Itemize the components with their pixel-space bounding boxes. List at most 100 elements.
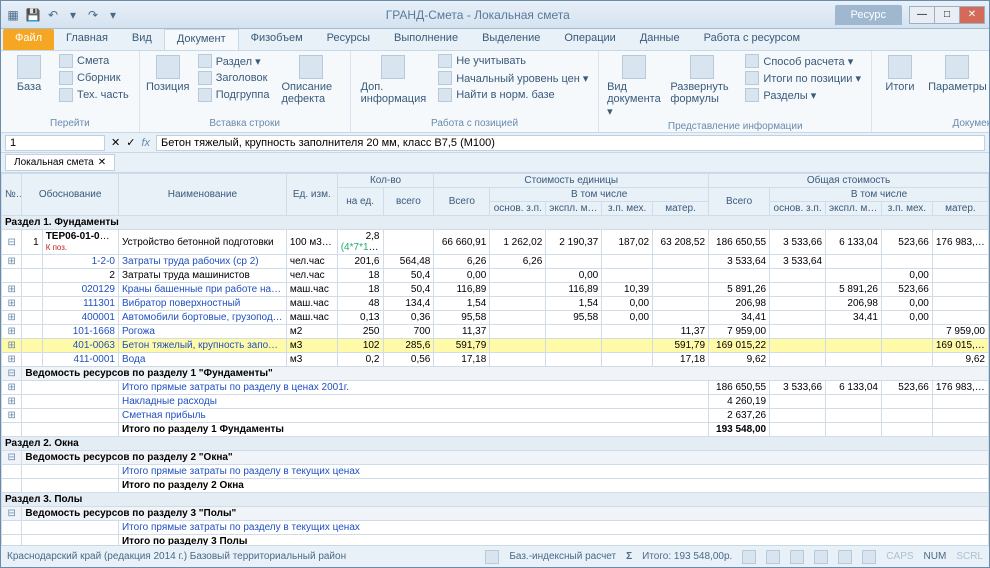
- tab-view[interactable]: Вид: [120, 29, 164, 50]
- col-obosn[interactable]: Обоснование: [22, 174, 119, 216]
- table-row[interactable]: ⊞401-0063Бетон тяжелый, крупность заполн…: [2, 339, 989, 353]
- status-total: Итого: 193 548,00р.: [642, 551, 732, 562]
- table-row[interactable]: ⊞400001Автомобили бортовые, грузоподъема…: [2, 311, 989, 325]
- tab-document[interactable]: Документ: [164, 29, 239, 50]
- tab-resource-work[interactable]: Работа с ресурсом: [692, 29, 812, 50]
- table-row[interactable]: 2Затраты труда машинистовчел.час1850,40,…: [2, 269, 989, 283]
- tab-data[interactable]: Данные: [628, 29, 692, 50]
- close-button[interactable]: ✕: [959, 6, 985, 24]
- exclude-button[interactable]: Не учитывать: [434, 53, 592, 69]
- col-pp[interactable]: № п.п: [2, 174, 22, 216]
- table-row[interactable]: ⊞1-2-0Затраты труда рабочих (ср 2)чел.ча…: [2, 255, 989, 269]
- sb-icon[interactable]: [766, 550, 780, 564]
- tech-part-button[interactable]: Тех. часть: [55, 87, 133, 103]
- ribbon-group-insert-line: Позиция Раздел ▾ Заголовок Подгруппа Опи…: [140, 51, 351, 132]
- accept-icon[interactable]: ✓: [126, 136, 135, 149]
- position-totals-button[interactable]: Итоги по позиции ▾: [741, 70, 865, 86]
- sb-icon[interactable]: [862, 550, 876, 564]
- table-row[interactable]: Итого по разделу 3 Полы: [2, 535, 989, 546]
- close-tab-icon[interactable]: ✕: [98, 157, 106, 168]
- table-row[interactable]: ⊟1ТЕР06-01-001-01К поз.Устройство бетонн…: [2, 230, 989, 255]
- subgroup-button[interactable]: Подгруппа: [194, 87, 274, 103]
- tab-selection[interactable]: Выделение: [470, 29, 552, 50]
- dropdown-icon[interactable]: ▾: [65, 7, 81, 23]
- table-row[interactable]: ⊞Итого прямые затраты по разделу в ценах…: [2, 381, 989, 395]
- ribbon-group-goto: База Смета Сборник Тех. часть Перейти: [1, 51, 140, 132]
- table-row[interactable]: Итого по разделу 2 Окна: [2, 479, 989, 493]
- calc-mode-icon[interactable]: [485, 550, 499, 564]
- redo-icon[interactable]: ↷: [85, 7, 101, 23]
- sb-icon[interactable]: [742, 550, 756, 564]
- section-button[interactable]: Раздел ▾: [194, 53, 274, 69]
- status-region: Краснодарский край (редакция 2014 г.) Ба…: [7, 551, 346, 562]
- table-row[interactable]: ⊞Накладные расходы4 260,19: [2, 395, 989, 409]
- tab-execution[interactable]: Выполнение: [382, 29, 470, 50]
- table-row[interactable]: ⊞411-0001Водам30,20,5617,1817,189,629,62: [2, 353, 989, 367]
- tab-operations[interactable]: Операции: [552, 29, 627, 50]
- col-kolvo[interactable]: Кол-во: [337, 174, 434, 188]
- doc-tab-local-estimate[interactable]: Локальная смета✕: [5, 154, 115, 171]
- table-row[interactable]: ⊟Ведомость ресурсов по разделу 2 "Окна": [2, 451, 989, 465]
- position-button[interactable]: Позиция: [146, 53, 190, 117]
- extra-info-button[interactable]: Доп. информация: [357, 53, 431, 117]
- status-calc-mode: Баз.-индексный расчет: [509, 551, 616, 562]
- sbornik-button[interactable]: Сборник: [55, 70, 133, 86]
- cell-reference-input[interactable]: 1: [5, 135, 105, 151]
- table-row[interactable]: Раздел 3. Полы: [2, 493, 989, 507]
- heading-button[interactable]: Заголовок: [194, 70, 274, 86]
- table-row[interactable]: ⊞101-1668Рогожам225070011,3711,377 959,0…: [2, 325, 989, 339]
- table-row[interactable]: ⊞020129Краны башенные при работе на друм…: [2, 283, 989, 297]
- minimize-button[interactable]: —: [909, 6, 935, 24]
- undo-icon[interactable]: ↶: [45, 7, 61, 23]
- formula-input[interactable]: Бетон тяжелый, крупность заполнителя 20 …: [156, 135, 985, 151]
- base-button[interactable]: База: [7, 53, 51, 117]
- params-button[interactable]: Параметры: [926, 53, 989, 117]
- table-row[interactable]: Раздел 2. Окна: [2, 437, 989, 451]
- col-stoim-ed[interactable]: Стоимость единицы: [434, 174, 709, 188]
- tab-fizobem[interactable]: Физобъем: [239, 29, 315, 50]
- table-row[interactable]: Итого по разделу 1 Фундаменты193 548,00: [2, 423, 989, 437]
- doc-view-button[interactable]: Вид документа ▾: [605, 53, 662, 120]
- price-level-button[interactable]: Начальный уровень цен ▾: [434, 70, 592, 86]
- collection-icon: [59, 71, 73, 85]
- contextual-tab-resource[interactable]: Ресурс: [835, 5, 902, 25]
- cancel-icon[interactable]: ✕: [111, 136, 120, 149]
- tab-file[interactable]: Файл: [3, 29, 54, 50]
- totals-button[interactable]: Итоги: [878, 53, 922, 117]
- section-icon: [198, 54, 212, 68]
- table-row[interactable]: ⊞111301Вибратор поверхностныймаш.час4813…: [2, 297, 989, 311]
- calc-icon: [745, 54, 759, 68]
- grid-area[interactable]: № п.п Обоснование Наименование Ед. изм. …: [1, 173, 989, 545]
- sb-icon[interactable]: [814, 550, 828, 564]
- ribbon: База Смета Сборник Тех. часть Перейти По…: [1, 51, 989, 133]
- col-obsch[interactable]: Общая стоимость: [709, 174, 989, 188]
- save-icon[interactable]: 💾: [25, 7, 41, 23]
- table-row[interactable]: Итого прямые затраты по разделу в текущи…: [2, 465, 989, 479]
- sb-icon[interactable]: [838, 550, 852, 564]
- database-icon: [17, 55, 41, 79]
- find-in-base-button[interactable]: Найти в норм. базе: [434, 87, 592, 103]
- tech-icon: [59, 88, 73, 102]
- maximize-button[interactable]: □: [934, 6, 960, 24]
- calc-method-button[interactable]: Способ расчета ▾: [741, 53, 865, 69]
- table-row[interactable]: Итого прямые затраты по разделу в текущи…: [2, 521, 989, 535]
- sb-icon[interactable]: [790, 550, 804, 564]
- table-row[interactable]: ⊟Ведомость ресурсов по разделу 3 "Полы": [2, 507, 989, 521]
- estimate-grid[interactable]: № п.п Обоснование Наименование Ед. изм. …: [1, 173, 989, 545]
- expand-formulas-button[interactable]: Развернуть формулы: [666, 53, 737, 120]
- table-row[interactable]: ⊟Ведомость ресурсов по разделу 1 "Фундам…: [2, 367, 989, 381]
- fx-label: fx: [141, 137, 150, 149]
- defect-desc-button: Описание дефекта: [277, 53, 343, 117]
- sections-button[interactable]: Разделы ▾: [741, 87, 865, 103]
- table-row[interactable]: Раздел 1. Фундаменты: [2, 216, 989, 230]
- smeta-button[interactable]: Смета: [55, 53, 133, 69]
- formula-icon: [690, 55, 714, 79]
- tab-main[interactable]: Главная: [54, 29, 120, 50]
- col-naimen[interactable]: Наименование: [118, 174, 286, 216]
- heading-icon: [198, 71, 212, 85]
- col-ed[interactable]: Ед. изм.: [286, 174, 337, 216]
- tab-resources[interactable]: Ресурсы: [315, 29, 382, 50]
- table-row[interactable]: ⊞Сметная прибыль2 637,26: [2, 409, 989, 423]
- status-num: NUM: [924, 551, 947, 562]
- dropdown-icon[interactable]: ▾: [105, 7, 121, 23]
